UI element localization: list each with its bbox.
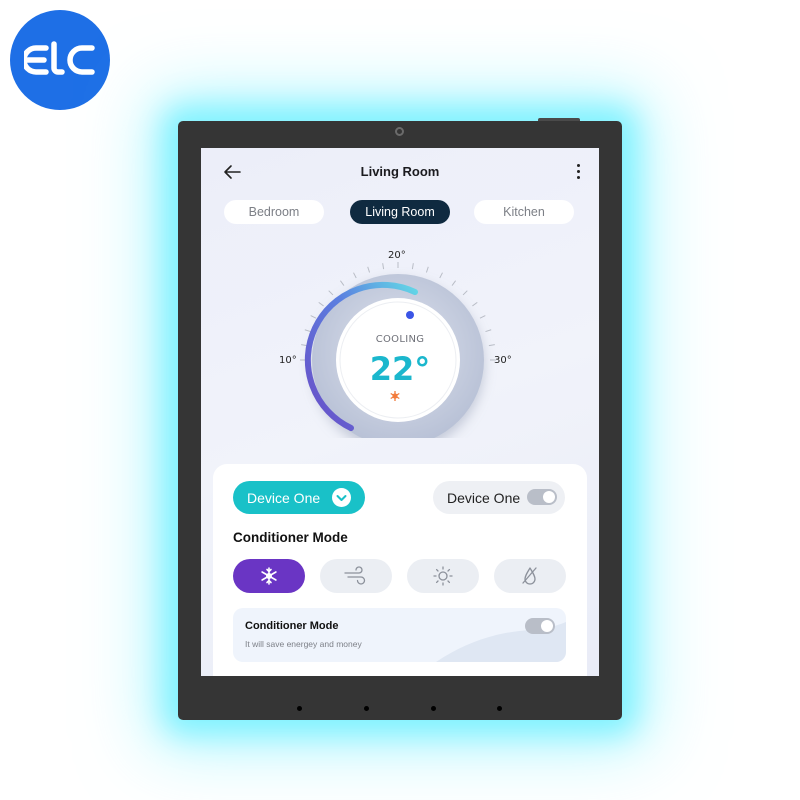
scale-label-mid: 20° (388, 250, 406, 261)
control-panel: Device One Device One Conditioner Mode C… (213, 464, 587, 676)
dial-handle[interactable] (406, 311, 414, 319)
eco-mode-title: Conditioner Mode (245, 620, 339, 632)
dial-tick (382, 263, 385, 270)
wind-icon (344, 566, 366, 585)
dial-tick (353, 272, 357, 279)
mode-cool-button[interactable] (233, 559, 305, 593)
eco-mode-card: Conditioner Mode It will save energey an… (233, 608, 566, 662)
top-bar: Living Room (201, 148, 599, 196)
temperature-value: 22° (369, 350, 431, 388)
dial-tick (367, 266, 371, 273)
mode-heat-button[interactable] (407, 559, 479, 593)
dial-tick (339, 280, 345, 286)
device-toggle-label: Device One (447, 489, 521, 506)
tab-living-room[interactable]: Living Room (350, 200, 450, 224)
device-select-label: Device One (247, 489, 321, 506)
dial-tick (451, 280, 457, 286)
sensor-dot (497, 706, 502, 711)
elc-logo (10, 10, 110, 110)
camera-icon (395, 127, 404, 136)
elc-logo-icon (24, 41, 95, 75)
dial-tick (472, 301, 478, 307)
app-screen: Living Room Bedroom Living Room Kitchen (201, 148, 599, 676)
device-select[interactable]: Device One (233, 481, 365, 514)
dial-tick (411, 263, 414, 270)
tab-kitchen[interactable]: Kitchen (474, 200, 574, 224)
snowflake-icon (261, 567, 277, 585)
tab-bedroom[interactable]: Bedroom (224, 200, 324, 224)
dial-tick (479, 315, 486, 319)
sensor-dot (364, 706, 369, 711)
eco-mode-subtitle: It will save energey and money (245, 639, 362, 649)
more-vertical-icon[interactable] (575, 164, 581, 180)
device-toggle-row: Device One (433, 481, 565, 514)
dial-tick (304, 329, 311, 333)
mode-dry-button[interactable] (494, 559, 566, 593)
scale-label-max: 30° (494, 355, 512, 366)
mode-fan-button[interactable] (320, 559, 392, 593)
droplet-off-icon (522, 567, 537, 585)
scale-label-min: 10° (279, 355, 297, 366)
sensor-dot (297, 706, 302, 711)
thermostat-dial[interactable]: COOLING 22° 20° 10° 30° (201, 238, 599, 438)
dial-tick (462, 290, 468, 296)
page-title: Living Room (360, 164, 440, 179)
sensor-dot (431, 706, 436, 711)
eco-mode-toggle[interactable] (525, 618, 555, 634)
dial-tick (310, 315, 317, 319)
dial-tick (318, 301, 324, 307)
chevron-down-icon (332, 488, 351, 507)
device-toggle-switch[interactable] (527, 489, 557, 505)
mode-label: COOLING (375, 334, 425, 345)
sun-icon (433, 566, 453, 586)
dial-tick (328, 290, 334, 296)
room-tabs: Bedroom Living Room Kitchen (224, 200, 576, 224)
dial-tick (425, 266, 429, 273)
dial-tick (439, 272, 443, 279)
dial-tick (485, 329, 492, 333)
section-title: Conditioner Mode (233, 530, 348, 545)
